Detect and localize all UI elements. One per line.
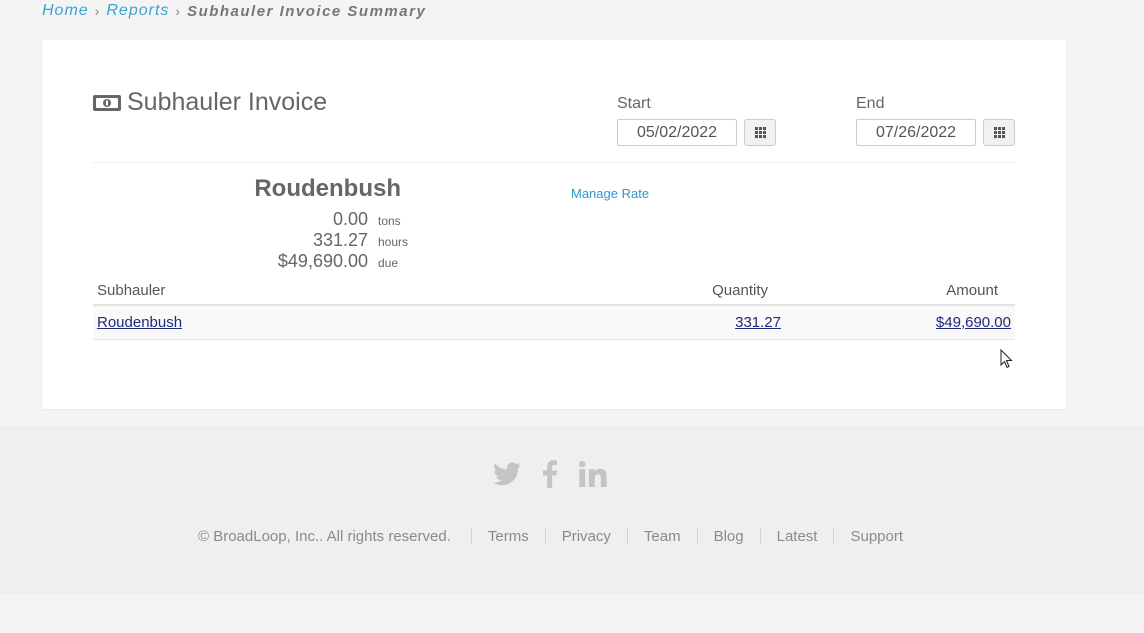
end-date-input[interactable] bbox=[856, 119, 976, 146]
end-date-label: End bbox=[856, 95, 885, 112]
calendar-grid-icon bbox=[993, 127, 1005, 138]
footer-link-privacy[interactable]: Privacy bbox=[544, 528, 627, 545]
start-date-group: Start bbox=[617, 95, 776, 146]
start-date-label: Start bbox=[617, 95, 651, 112]
summary-hours: 331.27 hours bbox=[93, 230, 473, 251]
footer-link-blog[interactable]: Blog bbox=[696, 528, 760, 545]
breadcrumb-reports-link[interactable]: Reports bbox=[106, 2, 169, 20]
breadcrumb-home-link[interactable]: Home bbox=[42, 2, 89, 20]
summary-subhauler-name: Roudenbush bbox=[254, 175, 401, 202]
summary-tons: 0.00 tons bbox=[93, 209, 473, 230]
subhauler-link[interactable]: Roudenbush bbox=[97, 314, 182, 331]
column-header-quantity: Quantity bbox=[712, 281, 768, 299]
calendar-grid-icon bbox=[754, 127, 766, 138]
manage-rate-link[interactable]: Manage Rate bbox=[571, 186, 649, 201]
end-date-group: End bbox=[856, 95, 1015, 146]
page-title: Subhauler Invoice bbox=[127, 88, 328, 116]
table-cell-subhauler: Roudenbush bbox=[93, 314, 613, 331]
summary-due-value: $49,690.00 bbox=[277, 251, 368, 271]
summary-tons-value: 0.00 bbox=[332, 209, 368, 229]
summary-due: $49,690.00 due bbox=[93, 251, 473, 272]
summary-due-unit: due bbox=[378, 256, 399, 270]
social-links bbox=[493, 460, 607, 488]
summary-tons-unit: tons bbox=[378, 214, 401, 228]
footer-link-terms[interactable]: Terms bbox=[470, 528, 545, 545]
facebook-icon[interactable] bbox=[543, 460, 557, 488]
twitter-icon[interactable] bbox=[493, 462, 521, 486]
header-divider bbox=[93, 162, 1015, 163]
column-header-amount: Amount bbox=[946, 281, 998, 299]
subhauler-table: Subhauler Quantity Amount Roudenbush 331… bbox=[93, 276, 1015, 340]
page-header: Subhauler Invoice bbox=[93, 88, 327, 117]
footer-links: © BroadLoop, Inc.. All rights reserved. … bbox=[198, 528, 919, 545]
table-row: Roudenbush 331.27 $49,690.00 bbox=[93, 306, 1015, 340]
table-cell-quantity: 331.27 bbox=[613, 314, 781, 331]
table-cell-amount: $49,690.00 bbox=[781, 314, 1011, 331]
summary-hours-value: 331.27 bbox=[312, 230, 368, 250]
table-header: Subhauler Quantity Amount bbox=[93, 276, 1015, 306]
money-icon bbox=[93, 93, 121, 113]
breadcrumb-separator: › bbox=[94, 3, 101, 19]
start-calendar-button[interactable] bbox=[744, 119, 776, 146]
breadcrumb: Home › Reports › Subhauler Invoice Summa… bbox=[42, 2, 426, 20]
copyright-text: © BroadLoop, Inc.. All rights reserved. bbox=[198, 528, 451, 545]
end-calendar-button[interactable] bbox=[983, 119, 1015, 146]
footer-link-support[interactable]: Support bbox=[833, 528, 919, 545]
start-date-input[interactable] bbox=[617, 119, 737, 146]
column-header-subhauler: Subhauler bbox=[97, 281, 166, 299]
linkedin-icon[interactable] bbox=[579, 461, 607, 487]
quantity-link[interactable]: 331.27 bbox=[735, 314, 781, 331]
footer-link-team[interactable]: Team bbox=[626, 528, 697, 545]
footer: © BroadLoop, Inc.. All rights reserved. … bbox=[0, 426, 1144, 594]
breadcrumb-current: Subhauler Invoice Summary bbox=[187, 2, 427, 20]
summary-hours-unit: hours bbox=[378, 235, 409, 249]
footer-link-latest[interactable]: Latest bbox=[759, 528, 834, 545]
mouse-cursor-icon bbox=[1000, 349, 1013, 369]
report-card: Subhauler Invoice Start End bbox=[42, 40, 1066, 409]
amount-link[interactable]: $49,690.00 bbox=[936, 314, 1011, 331]
breadcrumb-separator: › bbox=[175, 3, 182, 19]
